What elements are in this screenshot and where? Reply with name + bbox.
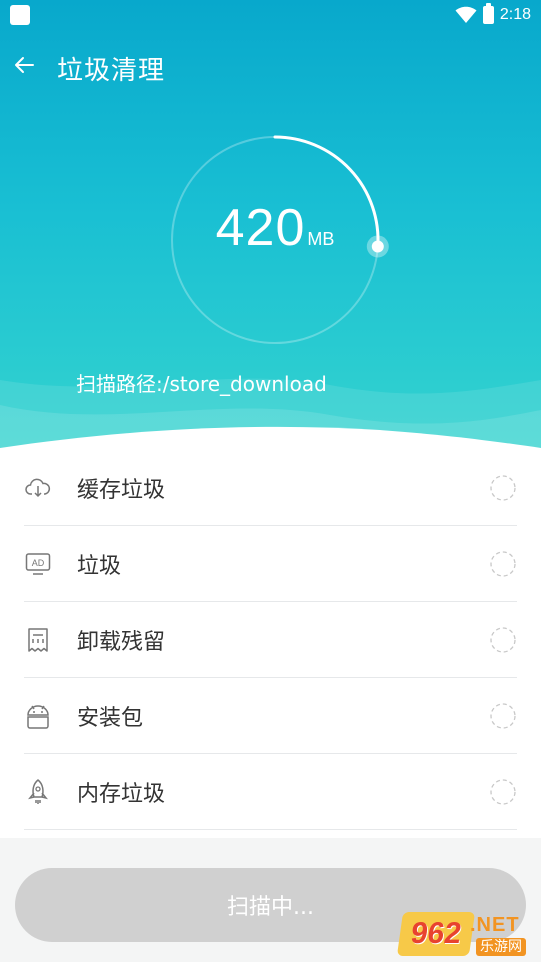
watermark-domain: .NET <box>470 914 520 936</box>
scan-gauge: 420 MB <box>155 120 395 360</box>
status-time: 2:18 <box>499 6 531 23</box>
loading-spinner-icon <box>490 779 516 805</box>
back-button[interactable] <box>6 47 42 83</box>
watermark-site-name: 乐游网 <box>476 938 526 956</box>
header-hero: 2:18 垃圾清理 420MB 扫描路径:/store_download <box>0 0 541 460</box>
junk-size-readout: 420 MB <box>155 198 395 258</box>
list-item[interactable]: AD 垃圾 <box>24 526 517 602</box>
page-title: 垃圾清理 <box>57 56 166 86</box>
loading-spinner-icon <box>490 703 516 729</box>
wifi-icon <box>455 6 477 23</box>
android-apk-icon <box>24 702 52 730</box>
loading-spinner-icon <box>490 627 516 653</box>
battery-icon <box>482 3 494 24</box>
list-item-label: 卸载残留 <box>77 629 166 655</box>
list-item[interactable]: 内存垃圾 <box>24 754 517 830</box>
app-bar: 垃圾清理 <box>0 40 541 90</box>
watermark-number: 962 <box>396 912 476 956</box>
ad-icon: AD <box>24 550 52 578</box>
status-icons: 2:18 <box>455 3 531 26</box>
list-item-label: 安装包 <box>77 705 144 731</box>
notification-icon <box>10 5 30 25</box>
junk-size-value: 420 <box>215 199 306 257</box>
list-item-label: 内存垃圾 <box>77 781 166 807</box>
list-item[interactable]: 缓存垃圾 <box>24 450 517 526</box>
site-watermark: 962 .NET 乐游网 <box>396 912 536 958</box>
loading-spinner-icon <box>490 475 516 501</box>
junk-category-list: 缓存垃圾 AD 垃圾 卸载残留 安装包 内存垃圾 <box>0 448 541 838</box>
loading-spinner-icon <box>490 551 516 577</box>
list-item-label: 缓存垃圾 <box>77 477 166 503</box>
list-item[interactable]: 卸载残留 <box>24 602 517 678</box>
junk-size-unit: MB <box>307 229 335 249</box>
list-item-label: 垃圾 <box>77 553 122 579</box>
status-bar: 2:18 <box>0 0 541 30</box>
list-item[interactable]: 安装包 <box>24 678 517 754</box>
svg-text:AD: AD <box>32 558 45 568</box>
arrow-left-icon <box>15 57 34 73</box>
uninstall-residue-icon <box>24 626 52 654</box>
cloud-download-icon <box>24 474 52 502</box>
wave-decoration <box>0 378 541 460</box>
rocket-icon <box>24 778 52 806</box>
